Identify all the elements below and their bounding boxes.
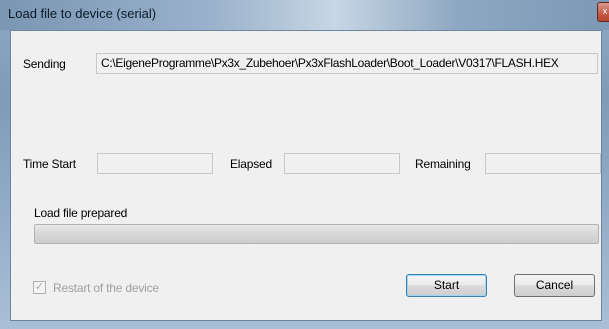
- window-title: Load file to device (serial): [8, 6, 157, 21]
- checkmark-icon: ✓: [34, 281, 45, 293]
- remaining-field: [485, 153, 601, 174]
- sending-path-field: C:\EigeneProgramme\Px3x_Zubehoer\Px3xFla…: [96, 53, 598, 74]
- close-button[interactable]: x: [597, 2, 609, 22]
- status-text: Load file prepared: [34, 206, 128, 220]
- restart-checkbox[interactable]: ✓: [33, 281, 46, 294]
- restart-checkbox-label: Restart of the device: [53, 281, 159, 295]
- sending-label: Sending: [23, 57, 66, 71]
- time-start-field: [97, 153, 213, 174]
- progress-bar: [34, 224, 599, 244]
- cancel-button[interactable]: Cancel: [514, 274, 595, 297]
- dialog-client-area: Sending C:\EigeneProgramme\Px3x_Zubehoer…: [10, 30, 602, 321]
- elapsed-field: [284, 153, 400, 174]
- start-button[interactable]: Start: [406, 274, 487, 297]
- title-bar[interactable]: Load file to device (serial) x: [0, 0, 609, 30]
- close-icon: x: [602, 6, 608, 16]
- dialog-window: Load file to device (serial) x Sending C…: [0, 0, 609, 329]
- time-start-label: Time Start: [23, 157, 76, 171]
- remaining-label: Remaining: [415, 157, 471, 171]
- elapsed-label: Elapsed: [230, 157, 272, 171]
